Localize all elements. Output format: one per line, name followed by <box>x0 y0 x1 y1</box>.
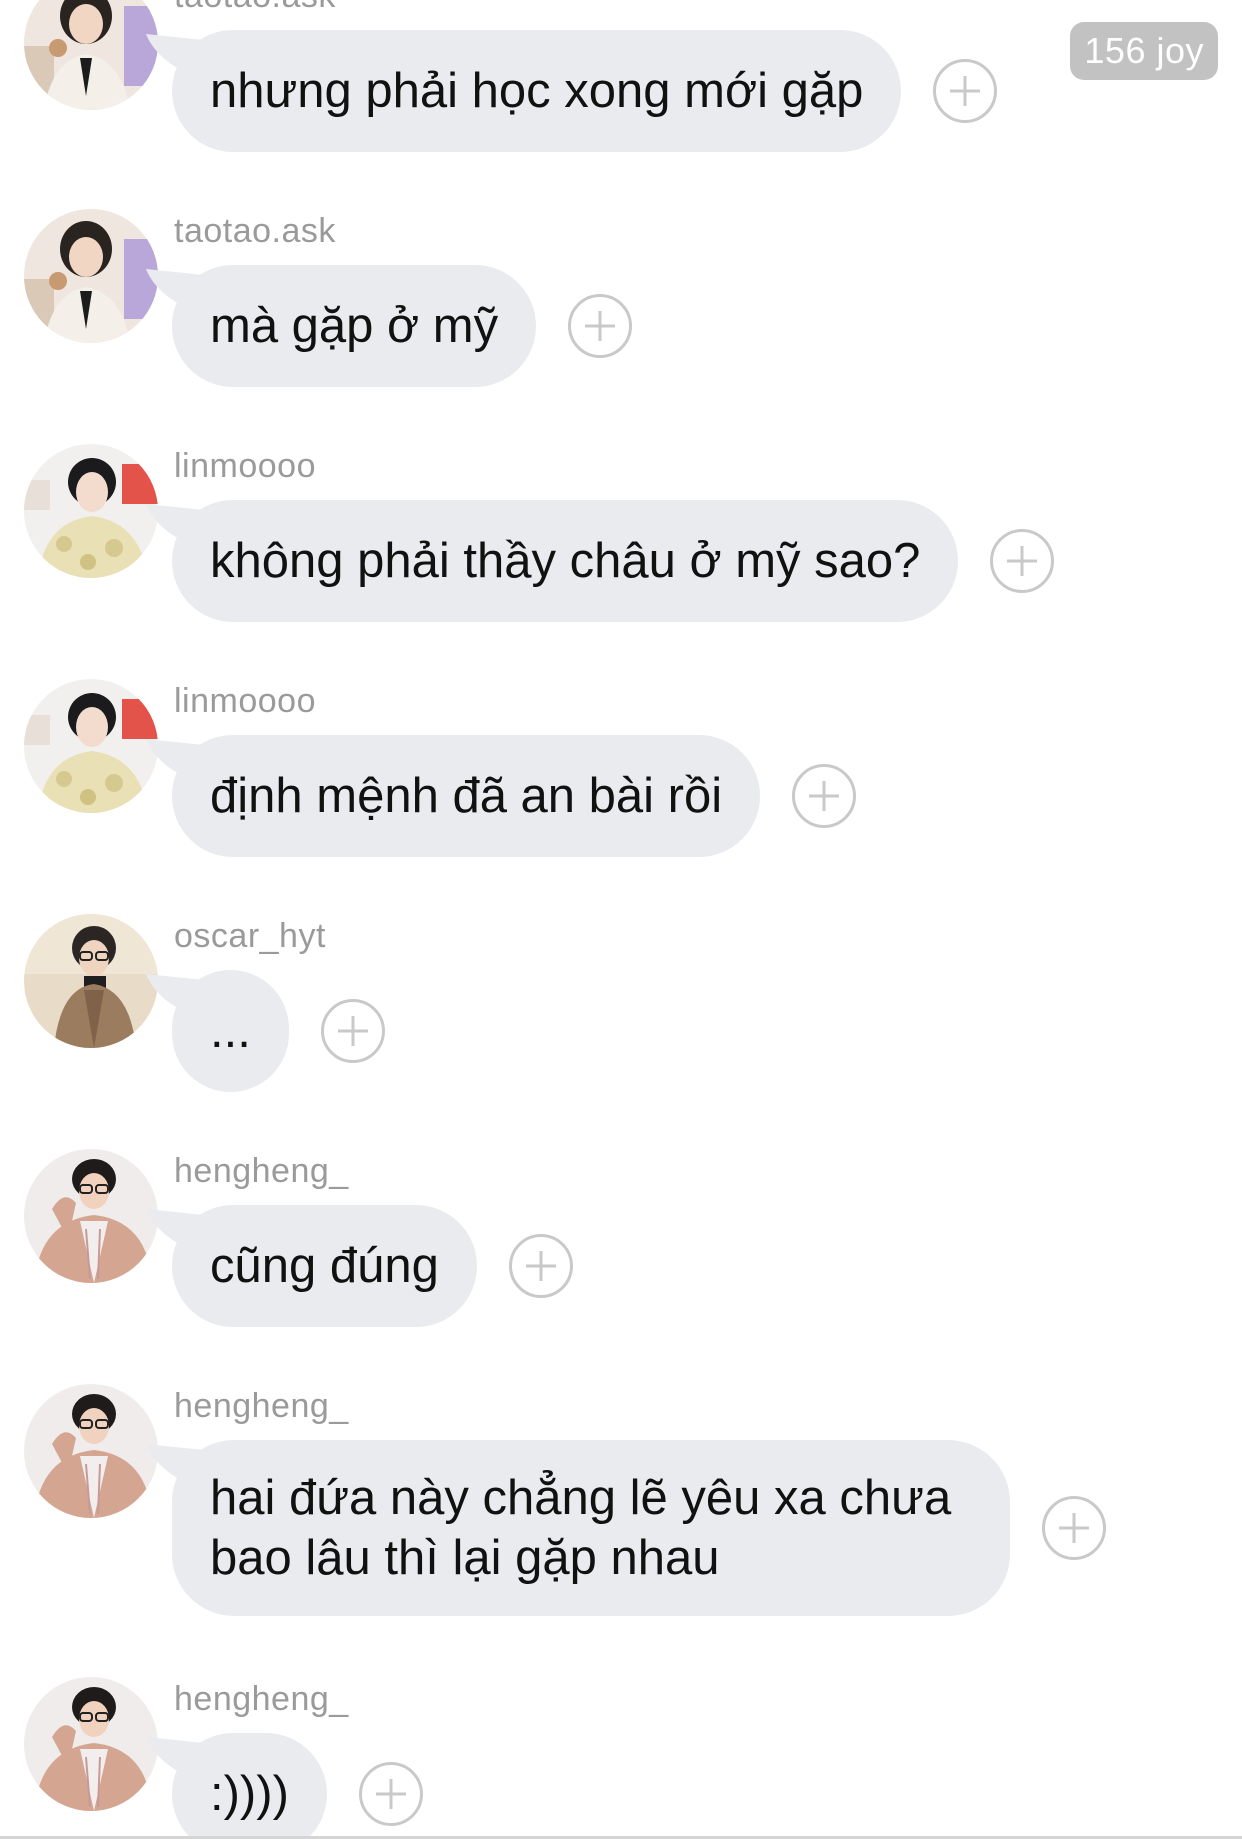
avatar[interactable] <box>24 1677 158 1811</box>
add-reaction-button[interactable] <box>933 59 998 123</box>
linmoooo-avatar-image <box>24 444 158 578</box>
avatar[interactable] <box>24 1384 158 1518</box>
message-text: :)))) <box>210 1767 289 1821</box>
avatar[interactable] <box>24 0 158 110</box>
username: hengheng_ <box>174 1152 349 1190</box>
add-reaction-button[interactable] <box>990 529 1055 593</box>
avatar[interactable] <box>24 914 158 1048</box>
message-bubble[interactable]: ... <box>146 970 289 1092</box>
message-bubble[interactable]: không phải thầy châu ở mỹ sao? <box>146 500 959 622</box>
message-bubble[interactable]: hai đứa này chẳng lẽ yêu xa chưa bao lâu… <box>146 1440 1010 1616</box>
add-reaction-button[interactable] <box>792 764 857 828</box>
chat-thread: taotao.ask nhưng phải học xong mới gặp 1… <box>0 0 1242 1839</box>
username: linmoooo <box>174 682 316 720</box>
hengheng-avatar-image <box>24 1149 158 1283</box>
username: linmoooo <box>174 447 316 485</box>
message-text: cũng đúng <box>210 1239 439 1293</box>
username: taotao.ask <box>174 0 336 16</box>
username: hengheng_ <box>174 1680 349 1718</box>
message-text: ... <box>210 1004 251 1058</box>
add-reaction-button[interactable] <box>568 294 633 358</box>
add-reaction-button[interactable] <box>320 999 385 1063</box>
taotao-avatar-image <box>24 209 158 343</box>
username: oscar_hyt <box>174 917 326 955</box>
avatar[interactable] <box>24 1149 158 1283</box>
add-reaction-button[interactable] <box>508 1234 573 1298</box>
message-bubble[interactable]: nhưng phải học xong mới gặp <box>146 30 902 152</box>
avatar[interactable] <box>24 679 158 813</box>
message-text: hai đứa này chẳng lẽ yêu xa chưa bao lâu… <box>210 1471 952 1585</box>
message-bubble[interactable]: định mệnh đã an bài rồi <box>146 735 761 857</box>
username: taotao.ask <box>174 212 336 250</box>
message-text: nhưng phải học xong mới gặp <box>210 64 864 118</box>
avatar[interactable] <box>24 444 158 578</box>
hengheng-avatar-image <box>24 1384 158 1518</box>
taotao-avatar-image <box>24 0 158 110</box>
message-bubble[interactable]: mà gặp ở mỹ <box>146 265 537 387</box>
oscar-avatar-image <box>24 914 158 1048</box>
add-reaction-button[interactable] <box>358 1762 423 1826</box>
message-text: định mệnh đã an bài rồi <box>210 769 723 823</box>
message-bubble[interactable]: cũng đúng <box>146 1205 477 1327</box>
message-text: mà gặp ở mỹ <box>210 299 499 353</box>
add-reaction-button[interactable] <box>1042 1496 1106 1560</box>
username: hengheng_ <box>174 1387 349 1425</box>
message-text: không phải thầy châu ở mỹ sao? <box>210 534 921 588</box>
linmoooo-avatar-image <box>24 679 158 813</box>
message-bubble[interactable]: :)))) <box>146 1733 327 1839</box>
hengheng-avatar-image <box>24 1677 158 1811</box>
avatar[interactable] <box>24 209 158 343</box>
joy-count-badge: 156 joy <box>1070 22 1218 80</box>
